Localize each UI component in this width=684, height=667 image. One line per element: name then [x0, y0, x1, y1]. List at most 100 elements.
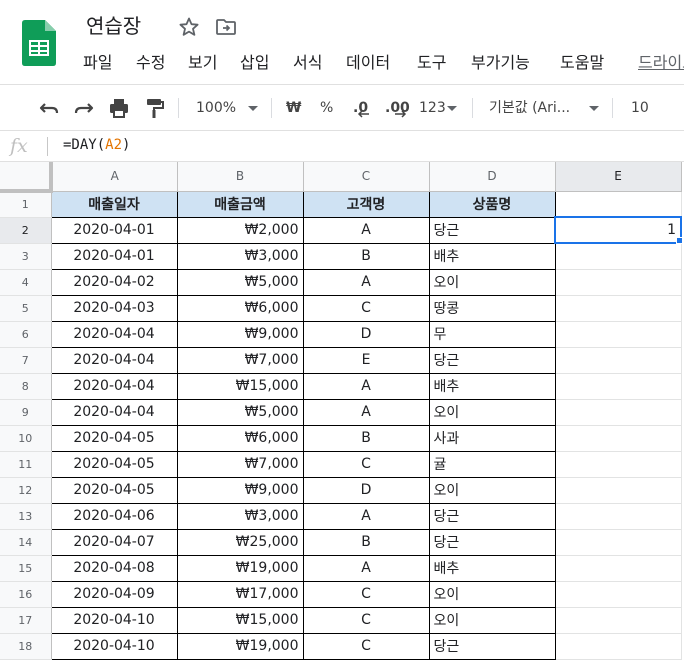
cell-customer[interactable]: A	[302, 216, 430, 244]
formula-input[interactable]: =DAY(A2)	[63, 137, 130, 153]
menu-insert[interactable]: 삽입	[240, 50, 293, 76]
print-icon[interactable]	[107, 96, 131, 120]
cell-sales-amount[interactable]: ₩5,000	[176, 268, 304, 296]
menu-format[interactable]: 서식	[293, 50, 346, 76]
cell-customer[interactable]: E	[302, 346, 430, 374]
menu-edit[interactable]: 수정	[136, 50, 188, 76]
cell-customer[interactable]: C	[302, 580, 430, 608]
cell-customer[interactable]: D	[302, 320, 430, 348]
cell-sales-date[interactable]: 2020-04-04	[50, 346, 178, 374]
cell-sales-date[interactable]: 2020-04-04	[50, 320, 178, 348]
cell-sales-date[interactable]: 2020-04-10	[50, 632, 178, 660]
empty-cell[interactable]	[555, 425, 682, 452]
cell-customer[interactable]: C	[302, 632, 430, 660]
empty-cell[interactable]	[555, 581, 682, 608]
cell-product[interactable]: 배추	[428, 372, 556, 400]
menu-data[interactable]: 데이터	[346, 50, 417, 76]
currency-format-button[interactable]: ₩	[286, 85, 301, 131]
cell-product[interactable]: 당근	[428, 528, 556, 556]
cell-product[interactable]: 오이	[428, 606, 556, 634]
cell-product[interactable]: 땅콩	[428, 294, 556, 322]
column-header-e[interactable]: E	[555, 162, 682, 192]
header-cell-sales-date[interactable]: 매출일자	[50, 190, 178, 218]
empty-cell[interactable]	[555, 269, 682, 296]
cell-sales-date[interactable]: 2020-04-01	[50, 216, 178, 244]
document-title[interactable]: 연습장	[86, 10, 141, 39]
row-header[interactable]: 6	[0, 321, 52, 348]
font-family-select[interactable]: 기본값 (Ari...	[489, 85, 570, 131]
percent-format-button[interactable]: %	[320, 85, 333, 131]
cell-product[interactable]: 귤	[428, 450, 556, 478]
cell-sales-amount[interactable]: ₩17,000	[176, 580, 304, 608]
row-header[interactable]: 10	[0, 425, 52, 452]
cell-product[interactable]: 배추	[428, 554, 556, 582]
cell-customer[interactable]: C	[302, 450, 430, 478]
row-header[interactable]: 7	[0, 347, 52, 374]
empty-cell[interactable]	[555, 373, 682, 400]
font-family-dropdown-icon[interactable]	[589, 106, 599, 111]
empty-cell[interactable]	[555, 633, 682, 660]
cell-sales-date[interactable]: 2020-04-06	[50, 502, 178, 530]
selected-cell-e2[interactable]: 1	[554, 216, 682, 244]
empty-cell[interactable]	[555, 607, 682, 634]
cell-customer[interactable]: B	[302, 424, 430, 452]
cell-sales-amount[interactable]: ₩7,000	[176, 346, 304, 374]
row-header[interactable]: 3	[0, 243, 52, 270]
cell-sales-date[interactable]: 2020-04-04	[50, 372, 178, 400]
cell-product[interactable]: 당근	[428, 502, 556, 530]
empty-cell[interactable]	[555, 529, 682, 556]
cell-sales-amount[interactable]: ₩9,000	[176, 320, 304, 348]
header-cell-sales-amount[interactable]: 매출금액	[176, 190, 304, 218]
cell-sales-date[interactable]: 2020-04-05	[50, 476, 178, 504]
row-header[interactable]: 4	[0, 269, 52, 296]
menu-drive[interactable]: 드라이브	[638, 50, 684, 76]
row-header[interactable]: 8	[0, 373, 52, 400]
row-header[interactable]: 2	[0, 217, 52, 244]
empty-cell[interactable]	[555, 555, 682, 582]
more-formats-button[interactable]: 123	[419, 85, 446, 131]
row-header[interactable]: 16	[0, 581, 52, 608]
row-header[interactable]: 9	[0, 399, 52, 426]
row-header[interactable]: 17	[0, 607, 52, 634]
empty-cell[interactable]	[555, 347, 682, 374]
cell-product[interactable]: 무	[428, 320, 556, 348]
cell-customer[interactable]: A	[302, 268, 430, 296]
cell-customer[interactable]: A	[302, 398, 430, 426]
cell-sales-amount[interactable]: ₩3,000	[176, 242, 304, 270]
cell-sales-date[interactable]: 2020-04-03	[50, 294, 178, 322]
cell-sales-date[interactable]: 2020-04-07	[50, 528, 178, 556]
cell-sales-date[interactable]: 2020-04-10	[50, 606, 178, 634]
cell-sales-amount[interactable]: ₩3,000	[176, 502, 304, 530]
cell-product[interactable]: 오이	[428, 398, 556, 426]
cell-product[interactable]: 오이	[428, 476, 556, 504]
sheets-logo-icon[interactable]	[22, 20, 56, 66]
cell-sales-amount[interactable]: ₩15,000	[176, 372, 304, 400]
cell-sales-amount[interactable]: ₩19,000	[176, 554, 304, 582]
row-header[interactable]: 13	[0, 503, 52, 530]
undo-icon[interactable]	[37, 96, 61, 120]
empty-cell[interactable]	[555, 503, 682, 530]
cell-product[interactable]: 당근	[428, 632, 556, 660]
empty-cell[interactable]	[555, 321, 682, 348]
cell-sales-date[interactable]: 2020-04-05	[50, 424, 178, 452]
cell-sales-date[interactable]: 2020-04-09	[50, 580, 178, 608]
cell-sales-amount[interactable]: ₩7,000	[176, 450, 304, 478]
cell-sales-amount[interactable]: ₩19,000	[176, 632, 304, 660]
empty-cell[interactable]	[555, 399, 682, 426]
zoom-dropdown-icon[interactable]	[248, 106, 258, 111]
cell-product[interactable]: 배추	[428, 242, 556, 270]
cell-sales-date[interactable]: 2020-04-05	[50, 450, 178, 478]
menu-addons[interactable]: 부가기능	[471, 50, 560, 76]
cell-customer[interactable]: C	[302, 606, 430, 634]
empty-cell[interactable]	[555, 477, 682, 504]
star-icon[interactable]	[177, 15, 201, 39]
menu-tools[interactable]: 도구	[417, 50, 471, 76]
cell-product[interactable]: 오이	[428, 580, 556, 608]
row-header[interactable]: 12	[0, 477, 52, 504]
column-header-d[interactable]: D	[429, 162, 556, 192]
more-formats-dropdown-icon[interactable]	[447, 106, 457, 111]
row-header[interactable]: 14	[0, 529, 52, 556]
header-cell-product[interactable]: 상품명	[428, 190, 556, 218]
paint-format-icon[interactable]	[142, 96, 166, 120]
row-header[interactable]: 15	[0, 555, 52, 582]
